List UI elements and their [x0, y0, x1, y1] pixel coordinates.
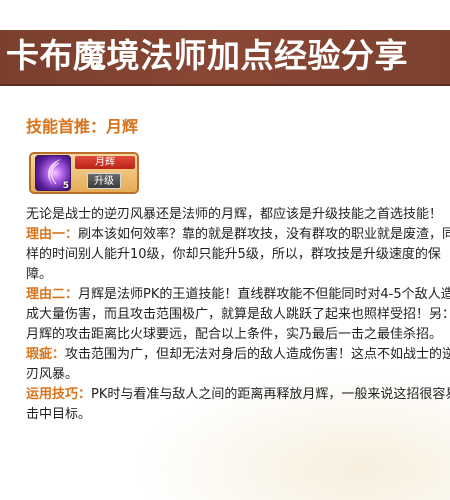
- title-banner: 卡布魔境法师加点经验分享: [0, 30, 450, 86]
- reason-one-label: 理由一：: [26, 227, 79, 242]
- moon-glow-skill-icon: 5: [35, 155, 71, 191]
- reason-two-text: 月辉是法师PK的王道技能！直线群攻能不但能同时对4-5个敌人造成大量伤害，而且攻…: [26, 287, 450, 342]
- skill-level: 5: [62, 181, 69, 191]
- article-page: 卡布魔境法师加点经验分享 技能首推：月辉 5 月辉 升级 无论是战士的逆刃风暴还…: [0, 0, 450, 500]
- intro-paragraph: 无论是战士的逆刃风暴还是法师的月辉，都应该是升级技能之首选技能！: [26, 207, 443, 222]
- reason-one-text: 刷本该如何效率？靠的就是群攻技，没有群攻的职业就是废渣，同样的时间别人能升10级…: [26, 227, 450, 282]
- article-body: 无论是战士的逆刃风暴还是法师的月辉，都应该是升级技能之首选技能！ 理由一：刷本该…: [26, 205, 450, 425]
- section-heading: 技能首推：月辉: [26, 117, 139, 136]
- flaw-text: 攻击范围为广，但却无法对身后的敌人造成伤害！这点不如战士的逆刃风暴。: [26, 347, 450, 382]
- reason-one-paragraph: 理由一：刷本该如何效率？靠的就是群攻技，没有群攻的职业就是废渣，同样的时间别人能…: [26, 225, 450, 285]
- tips-paragraph: 运用技巧：PK时与看准与敌人之间的距离再释放月辉，一般来说这招很容易击中目标。: [26, 385, 450, 425]
- reason-two-label: 理由二：: [26, 287, 79, 302]
- tips-label: 运用技巧：: [26, 387, 92, 402]
- flaw-paragraph: 瑕疵：攻击范围为广，但却无法对身后的敌人造成伤害！这点不如战士的逆刃风暴。: [26, 345, 450, 385]
- page-title: 卡布魔境法师加点经验分享: [6, 36, 408, 75]
- skill-name-label: 月辉: [75, 156, 135, 169]
- flaw-label: 瑕疵：: [26, 347, 66, 362]
- reason-two-paragraph: 理由二：月辉是法师PK的王道技能！直线群攻能不但能同时对4-5个敌人造成大量伤害…: [26, 285, 450, 345]
- skill-card: 5 月辉 升级: [29, 152, 139, 194]
- upgrade-button[interactable]: 升级: [87, 173, 121, 189]
